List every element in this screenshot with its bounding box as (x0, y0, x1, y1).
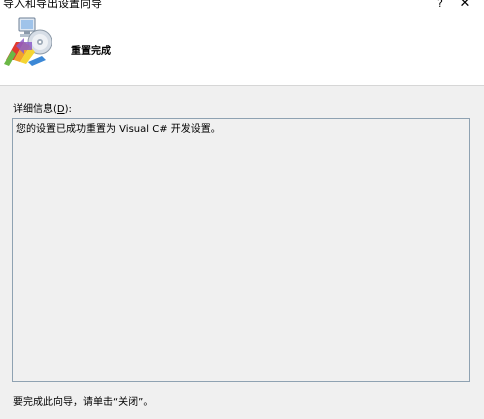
wizard-window: 导入和导出设置向导 ? ✕ 重置完成 详细信息(D): 您的设置已成功重置为 V… (0, 0, 484, 419)
window-title: 导入和导出设置向导 (3, 0, 102, 10)
details-textbox[interactable]: 您的设置已成功重置为 Visual C# 开发设置。 (12, 118, 470, 382)
page-title: 重置完成 (71, 46, 111, 57)
title-bar: 导入和导出设置向导 ? ✕ (0, 0, 484, 12)
import-export-wizard-icon (4, 17, 52, 66)
details-label-suffix: ): (64, 104, 72, 115)
close-button[interactable]: ✕ (455, 0, 475, 11)
help-button[interactable]: ? (430, 0, 450, 11)
details-label-accesskey: D (56, 104, 65, 115)
details-label: 详细信息(D): (13, 100, 72, 115)
footer-instruction: 要完成此向导，请单击“关闭”。 (13, 397, 154, 408)
details-label-prefix: 详细信息( (13, 104, 57, 115)
wizard-header: 重置完成 (0, 12, 484, 86)
